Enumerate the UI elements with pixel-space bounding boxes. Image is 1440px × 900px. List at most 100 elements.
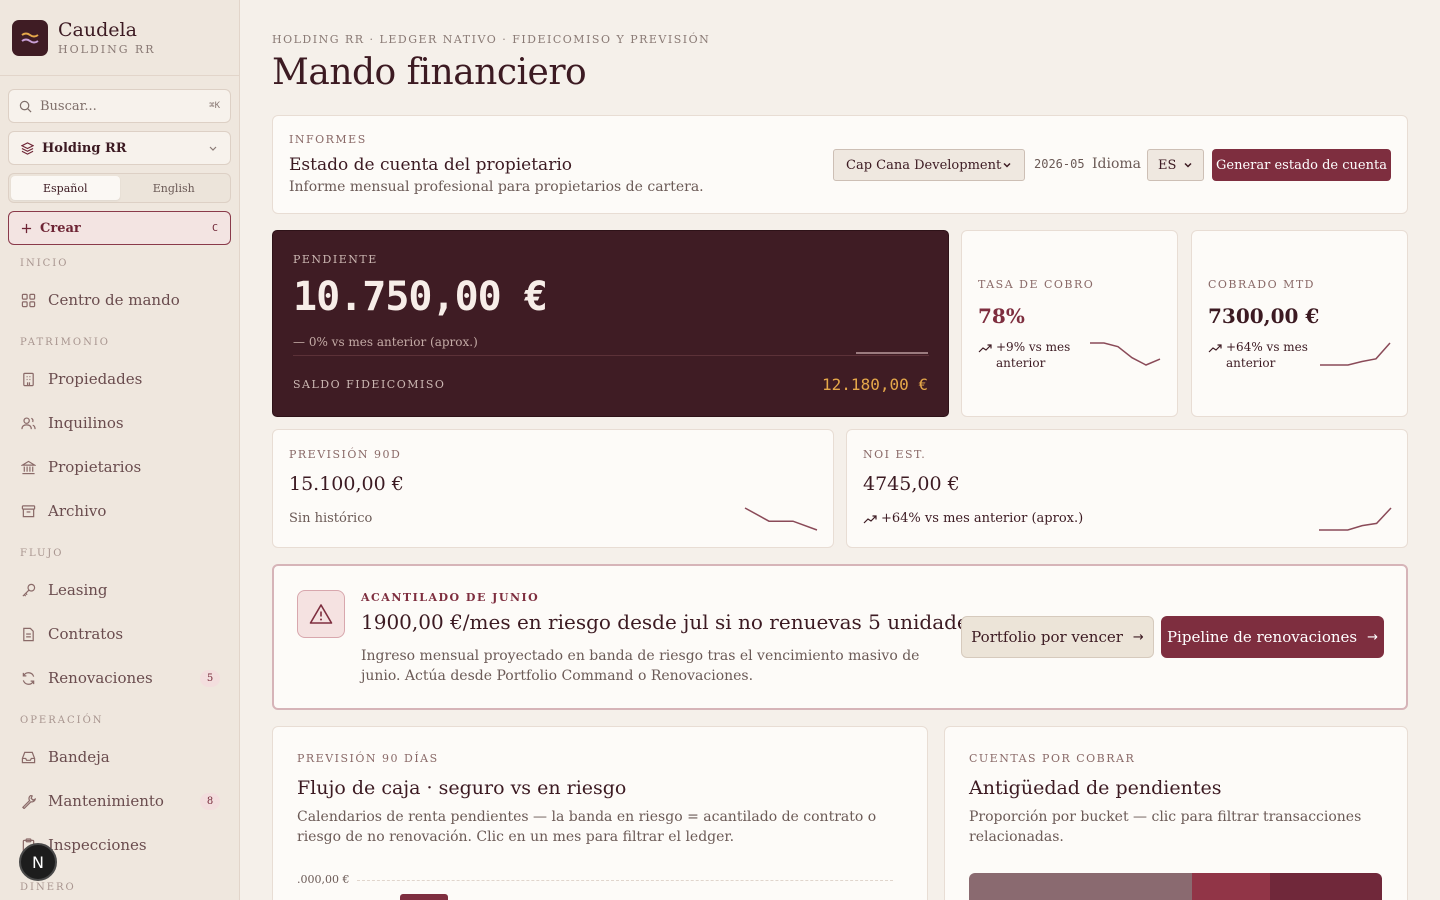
arrow-right-icon: → (1367, 629, 1379, 645)
main-content: HOLDING RR · LEDGER NATIVO · FIDEICOMISO… (240, 0, 1440, 900)
kpi-delta-row: +9% vs mes anterior (978, 339, 1078, 371)
sidebar-item-centro-de-mando[interactable]: Centro de mando (20, 288, 220, 312)
chevron-down-icon (1184, 162, 1192, 168)
aging-bucket-segment[interactable] (969, 873, 1193, 900)
org-selector-value: Holding RR (42, 140, 127, 156)
inbox-icon (20, 749, 36, 765)
cashflow-eyebrow: PREVISIÓN 90 DÍAS (297, 752, 439, 765)
cashflow-description: Calendarios de renta pendientes — la ban… (297, 809, 877, 845)
trust-balance-label: SALDO FIDEICOMISO (293, 378, 446, 391)
receivables-aging-card: CUENTAS POR COBRAR Antigüedad de pendien… (944, 726, 1408, 900)
renewals-pipeline-button[interactable]: Pipeline de renovaciones → (1161, 616, 1384, 658)
users-icon (20, 415, 36, 431)
nav-section-flujo: FLUJO (20, 548, 64, 559)
nav-section-patrimonio: PATRIMONIO (20, 337, 110, 348)
archive-icon (20, 503, 36, 519)
kpi-label: COBRADO MTD (1208, 278, 1315, 291)
warning-icon (297, 590, 345, 638)
alert-title: 1900,00 €/mes en riesgo desde jul si no … (361, 610, 980, 634)
alert-eyebrow: ACANTILADO DE JUNIO (361, 591, 540, 604)
sidebar-item-leasing[interactable]: Leasing (20, 578, 220, 602)
pending-label: PENDIENTE (293, 253, 378, 266)
sidebar-item-bandeja[interactable]: Bandeja (20, 745, 220, 769)
language-label: Idioma (1092, 156, 1142, 172)
sidebar-item-label: Bandeja (48, 748, 110, 766)
avatar[interactable]: N (19, 843, 57, 881)
sidebar-item-inquilinos[interactable]: Inquilinos (20, 411, 220, 435)
sidebar-item-label: Propietarios (48, 458, 142, 476)
brand-logo-icon (12, 19, 48, 56)
sidebar-item-propiedades[interactable]: Propiedades (20, 367, 220, 391)
aging-bucket-segment[interactable] (1270, 873, 1382, 900)
sidebar-item-archivo[interactable]: Archivo (20, 499, 220, 523)
kpi-label: NOI EST. (863, 448, 927, 461)
sidebar-item-renovaciones[interactable]: Renovaciones 5 (20, 666, 220, 690)
generate-statement-button[interactable]: Generar estado de cuenta (1212, 149, 1391, 181)
aging-stacked-bar[interactable] (969, 873, 1382, 900)
y-axis-tick-label: .000,00 € (297, 873, 350, 886)
brand-name: Caudela (58, 19, 137, 41)
language-toggle: Español English (8, 173, 231, 203)
kpi-card-cobrado-mtd[interactable]: COBRADO MTD 7300,00 € +64% vs mes anteri… (1191, 230, 1408, 417)
renovaciones-count-badge: 5 (200, 669, 220, 687)
trust-balance-value: 12.180,00 € (822, 375, 928, 394)
create-shortcut: C (211, 222, 218, 234)
aging-description: Proporción por bucket — clic para filtra… (969, 809, 1362, 845)
kpi-card-prevision[interactable]: PREVISIÓN 90D 15.100,00 € Sin histórico (272, 429, 834, 548)
sidebar-item-label: Centro de mando (48, 291, 180, 309)
document-icon (20, 626, 36, 642)
button-label: Pipeline de renovaciones (1166, 628, 1358, 646)
june-cliff-alert: ACANTILADO DE JUNIO 1900,00 €/mes en rie… (272, 564, 1408, 710)
building-icon (20, 371, 36, 387)
chevron-down-icon (1003, 162, 1011, 168)
period-input[interactable]: 2026-05 (1034, 157, 1085, 171)
sidebar-item-label: Archivo (48, 502, 107, 520)
search-placeholder: Buscar... (40, 98, 97, 114)
gridline (357, 880, 893, 881)
sidebar-item-label: Inspecciones (48, 836, 147, 854)
arrow-right-icon: → (1132, 629, 1144, 645)
nav-section-operacion: OPERACIÓN (20, 715, 104, 726)
kpi-value: 78% (978, 304, 1025, 328)
create-button[interactable]: Crear C (8, 211, 231, 245)
bank-icon (20, 459, 36, 475)
sidebar-item-label: Renovaciones (48, 669, 153, 687)
owner-select[interactable]: Cap Cana Developments SRL (833, 149, 1025, 181)
sidebar-item-label: Mantenimiento (48, 792, 164, 810)
mantenimiento-count-badge: 8 (200, 792, 220, 810)
org-selector[interactable]: Holding RR (8, 131, 231, 165)
search-icon (19, 100, 32, 112)
owner-select-value: Cap Cana Developments SRL (846, 157, 1002, 173)
kpi-card-noi[interactable]: NOI EST. 4745,00 € +64% vs mes anterior … (846, 429, 1408, 548)
brand[interactable]: Caudela HOLDING RR (0, 0, 239, 76)
kpi-delta: +64% vs mes anterior (1226, 340, 1308, 370)
pending-card[interactable]: PENDIENTE 10.750,00 € — 0% vs mes anteri… (272, 230, 949, 417)
sidebar-item-contratos[interactable]: Contratos (20, 622, 220, 646)
portfolio-expiring-button[interactable]: Portfolio por vencer → (961, 616, 1154, 658)
kpi-label: TASA DE COBRO (978, 278, 1095, 291)
create-label: Crear (40, 220, 81, 236)
kpi-label: PREVISIÓN 90D (289, 448, 402, 461)
sidebar-item-label: Inquilinos (48, 414, 124, 432)
sidebar-item-propietarios[interactable]: Propietarios (20, 455, 220, 479)
cashflow-forecast-card: PREVISIÓN 90 DÍAS Flujo de caja · seguro… (272, 726, 928, 900)
divider (293, 355, 929, 356)
search-input[interactable]: Buscar... ⌘K (8, 89, 231, 123)
language-option-es[interactable]: Español (11, 176, 120, 200)
sidebar-item-mantenimiento[interactable]: Mantenimiento 8 (20, 789, 220, 813)
sidebar-item-label: Leasing (48, 581, 108, 599)
pending-delta: — 0% vs mes anterior (aprox.) (293, 335, 478, 349)
pending-value: 10.750,00 € (293, 274, 548, 320)
language-select[interactable]: ES (1147, 149, 1204, 181)
forecast-bar[interactable] (400, 894, 448, 900)
language-option-en[interactable]: English (120, 176, 229, 200)
aging-title: Antigüedad de pendientes (969, 777, 1222, 799)
kpi-card-tasa-cobro[interactable]: TASA DE COBRO 78% +9% vs mes anterior (961, 230, 1178, 417)
trend-up-icon (1208, 344, 1222, 353)
language-select-value: ES (1158, 157, 1177, 173)
aging-bucket-segment[interactable] (1192, 873, 1271, 900)
report-card: INFORMES Estado de cuenta del propietari… (272, 115, 1408, 214)
nav-section-inicio: INICIO (20, 258, 69, 269)
cobrado-sparkline (1320, 342, 1391, 366)
cashflow-title: Flujo de caja · seguro vs en riesgo (297, 777, 627, 799)
